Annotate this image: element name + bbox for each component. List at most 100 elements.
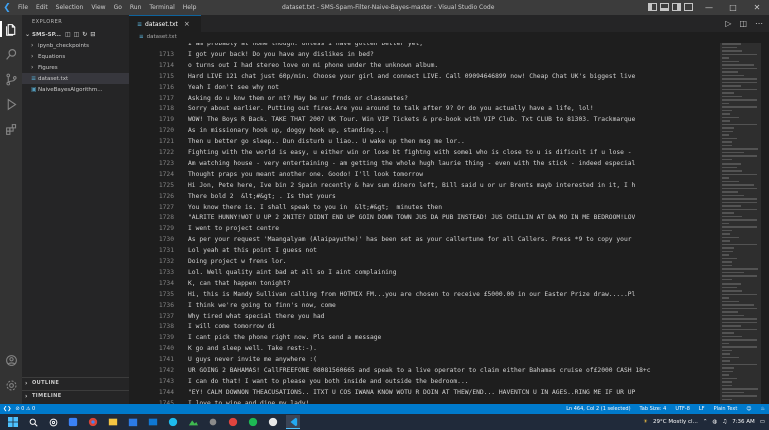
tree-file-dataset[interactable]: ≡ dataset.txt bbox=[22, 73, 129, 84]
new-folder-icon[interactable]: ◫ bbox=[74, 31, 80, 38]
clock[interactable]: 7:36 AM bbox=[732, 419, 755, 425]
menu-file[interactable]: File bbox=[14, 0, 32, 15]
account-icon[interactable] bbox=[3, 352, 19, 368]
close-button[interactable]: ✕ bbox=[745, 0, 769, 15]
code-line[interactable]: 1715 Hard LIVE 121 chat just 60p/min. Cho… bbox=[129, 72, 720, 82]
line-text[interactable]: Lol. Well quality aint bad at all so I a… bbox=[174, 268, 397, 278]
toggle-secondary-sidebar-icon[interactable] bbox=[672, 3, 681, 11]
settings-gear-icon[interactable] bbox=[3, 377, 19, 393]
menu-terminal[interactable]: Terminal bbox=[145, 0, 178, 15]
tree-folder-figures[interactable]: › Figures bbox=[22, 62, 129, 73]
windows-start-icon[interactable] bbox=[6, 415, 20, 429]
volume-icon[interactable]: ♫ bbox=[722, 419, 727, 425]
widgets-icon[interactable] bbox=[66, 415, 80, 429]
notifications-bell-icon[interactable]: ♨ bbox=[761, 406, 765, 412]
line-text[interactable]: o turns out I had stereo love on mi phon… bbox=[174, 61, 438, 71]
source-control-icon[interactable] bbox=[3, 71, 19, 87]
spotify-icon[interactable] bbox=[246, 415, 260, 429]
code-line[interactable]: 1741 U guys never invite me anywhere :( bbox=[129, 355, 720, 365]
extensions-icon[interactable] bbox=[3, 121, 19, 137]
tray-chevron-icon[interactable]: ⌃ bbox=[703, 419, 708, 425]
chrome-icon[interactable] bbox=[86, 415, 100, 429]
tab-dataset[interactable]: ≡ dataset.txt × bbox=[129, 15, 201, 32]
settings-app-icon[interactable] bbox=[206, 415, 220, 429]
files-icon[interactable] bbox=[0, 21, 19, 37]
line-text[interactable]: UR GOING 2 BAHAMAS! CallFREEFONE 0808156… bbox=[174, 366, 651, 376]
line-text[interactable]: Thought praps you meant another one. Goo… bbox=[174, 170, 423, 180]
code-line[interactable]: 1721 Then u better go sleep.. Dun disturb… bbox=[129, 137, 720, 147]
close-tab-icon[interactable]: × bbox=[184, 20, 190, 28]
toggle-sidebar-icon[interactable] bbox=[648, 3, 657, 11]
collapse-all-icon[interactable]: ⊟ bbox=[90, 31, 95, 38]
code-line[interactable]: 1735 Hi, this is Mandy Sullivan calling f… bbox=[129, 290, 720, 300]
vertical-scrollbar[interactable] bbox=[761, 43, 769, 404]
line-text[interactable]: Sorry about earlier. Putting out fires.A… bbox=[174, 104, 594, 114]
notification-center-icon[interactable]: ▭ bbox=[760, 419, 765, 425]
line-text[interactable]: As in missionary hook up, doggy hook up,… bbox=[174, 126, 389, 136]
code-line[interactable]: 1716 Yeah I don't see why not bbox=[129, 83, 720, 93]
run-debug-icon[interactable] bbox=[3, 96, 19, 112]
toggle-panel-icon[interactable] bbox=[660, 3, 669, 11]
code-line[interactable]: 1718 Sorry about earlier. Putting out fir… bbox=[129, 104, 720, 114]
line-text[interactable]: K, can that happen tonight? bbox=[174, 279, 290, 289]
new-file-icon[interactable]: ◫ bbox=[65, 31, 71, 38]
mail-icon[interactable] bbox=[146, 415, 160, 429]
code-line[interactable]: 1742 UR GOING 2 BAHAMAS! CallFREEFONE 080… bbox=[129, 366, 720, 376]
vscode-taskbar-icon[interactable] bbox=[286, 415, 300, 429]
code-line[interactable]: I am probably at home though. Unless I h… bbox=[129, 43, 720, 49]
code-line[interactable]: 1727 You know there is. I shall speak to … bbox=[129, 203, 720, 213]
network-icon[interactable]: ◍ bbox=[712, 419, 717, 425]
run-icon[interactable]: ▷ bbox=[725, 19, 731, 28]
store-icon[interactable] bbox=[126, 415, 140, 429]
line-text[interactable]: I can do that! I want to please you both… bbox=[174, 377, 469, 387]
line-text[interactable]: I cant pick the phone right now. Pls sen… bbox=[174, 333, 381, 343]
line-text[interactable]: I think we're going to finn's now, come bbox=[174, 301, 336, 311]
project-root[interactable]: ⌄ SMS-SP... ◫ ◫ ↻ ⊟ bbox=[22, 29, 129, 40]
refresh-icon[interactable]: ↻ bbox=[82, 31, 87, 38]
file-explorer-icon[interactable] bbox=[106, 415, 120, 429]
split-editor-icon[interactable]: ◫ bbox=[739, 19, 747, 28]
weather-text[interactable]: 29°C Mostly cl... bbox=[653, 419, 698, 425]
end-of-line[interactable]: LF bbox=[699, 406, 705, 412]
tree-folder-ipynb-checkpoints[interactable]: › ipynb_checkpoints bbox=[22, 40, 129, 51]
line-text[interactable]: Am watching house - very entertaining - … bbox=[174, 159, 635, 169]
menu-help[interactable]: Help bbox=[179, 0, 201, 15]
code-line[interactable]: 1743 I can do that! I want to please you … bbox=[129, 377, 720, 387]
line-text[interactable]: Hi, this is Mandy Sullivan calling from … bbox=[174, 290, 635, 300]
line-text[interactable]: Asking do u knw them or nt? May be ur fr… bbox=[174, 94, 408, 104]
line-text[interactable]: I went to project centre bbox=[174, 224, 279, 234]
code-line[interactable]: 1713 I got your back! Do you have any dis… bbox=[129, 50, 720, 60]
line-text[interactable]: I am probably at home though. Unless I h… bbox=[174, 43, 423, 49]
line-text[interactable]: K go and sleep well. Take rest:-). bbox=[174, 344, 317, 354]
menu-view[interactable]: View bbox=[87, 0, 109, 15]
line-text[interactable]: Hard LIVE 121 chat just 60p/min. Choose … bbox=[174, 72, 635, 82]
photos-icon[interactable] bbox=[186, 415, 200, 429]
task-view-icon[interactable] bbox=[46, 415, 60, 429]
problems-indicator[interactable]: ⊘ 0 ⚠ 0 bbox=[15, 406, 35, 412]
tab-size[interactable]: Tab Size: 4 bbox=[640, 406, 667, 412]
line-text[interactable]: As per your request 'Maangalyam (Alaipay… bbox=[174, 235, 632, 245]
minimap[interactable] bbox=[720, 43, 761, 404]
cursor-position[interactable]: Ln 464, Col 2 (1 selected) bbox=[566, 406, 630, 412]
minimize-button[interactable]: — bbox=[697, 0, 721, 15]
line-text[interactable]: Doing project w frens lor. bbox=[174, 257, 287, 267]
breadcrumb-file[interactable]: dataset.txt bbox=[147, 32, 177, 43]
code-line[interactable]: 1720 As in missionary hook up, doggy hook… bbox=[129, 126, 720, 136]
weather-icon[interactable]: ☀ bbox=[643, 419, 648, 425]
code-line[interactable]: 1736 I think we're going to finn's now, c… bbox=[129, 301, 720, 311]
customize-layout-icon[interactable] bbox=[684, 3, 693, 11]
line-text[interactable]: I got your back! Do you have any dislike… bbox=[174, 50, 374, 60]
line-text[interactable]: Lol yeah at this point I guess not bbox=[174, 246, 317, 256]
encoding[interactable]: UTF-8 bbox=[675, 406, 690, 412]
search-icon[interactable] bbox=[3, 46, 19, 62]
outline-section[interactable]: › OUTLINE bbox=[22, 377, 129, 388]
code-line[interactable]: 1719 WOW! The Boys R Back. TAKE THAT 2007… bbox=[129, 115, 720, 125]
line-text[interactable]: WOW! The Boys R Back. TAKE THAT 2007 UK … bbox=[174, 115, 635, 125]
code-line[interactable]: 1740 K go and sleep well. Take rest:-). bbox=[129, 344, 720, 354]
language-mode[interactable]: Plain Text bbox=[714, 406, 738, 412]
tree-file-notebook[interactable]: ▣ NaiveBayesAlgorithm... bbox=[22, 84, 129, 95]
menu-go[interactable]: Go bbox=[110, 0, 126, 15]
code-line[interactable]: 1725 Hi Jon, Pete here, Ive bin 2 Spain r… bbox=[129, 181, 720, 191]
feedback-icon[interactable]: ☺ bbox=[746, 406, 751, 412]
maximize-button[interactable]: □ bbox=[721, 0, 745, 15]
